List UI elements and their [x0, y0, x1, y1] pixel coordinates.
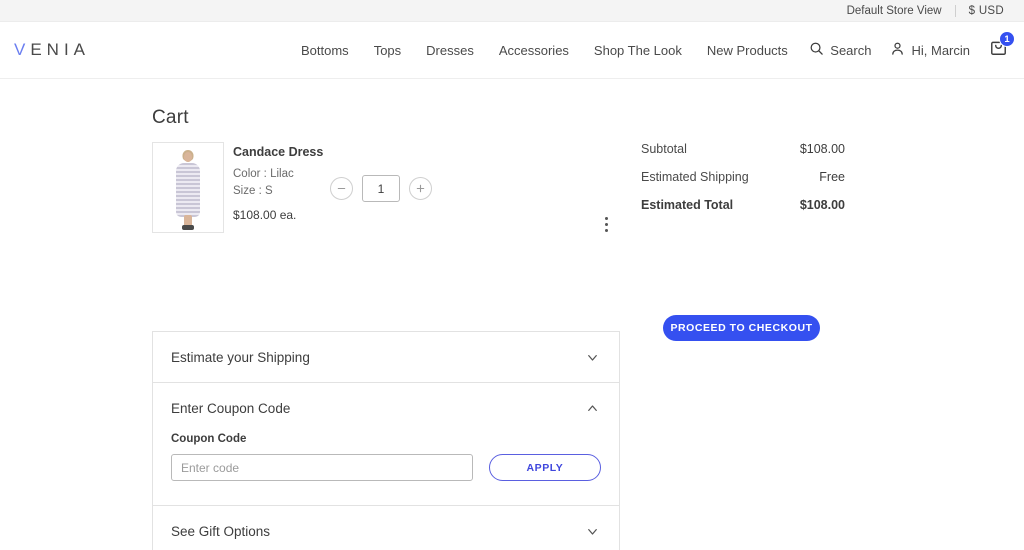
quantity-decrement-button[interactable]	[330, 177, 353, 200]
kebab-dot	[605, 223, 608, 226]
store-view-selector[interactable]: Default Store View	[847, 5, 955, 17]
summary-label-shipping: Estimated Shipping	[641, 170, 749, 184]
accordion-header-shipping[interactable]: Estimate your Shipping	[153, 332, 619, 382]
user-icon	[890, 41, 905, 59]
chevron-down-icon	[585, 350, 600, 365]
summary-label-total: Estimated Total	[641, 198, 734, 212]
coupon-code-input[interactable]	[171, 454, 473, 481]
coupon-form-row: APPLY	[171, 454, 601, 481]
search-button[interactable]: Search	[809, 41, 871, 59]
currency-selector[interactable]: $ USD	[956, 5, 1004, 17]
more-vertical-icon[interactable]	[605, 217, 608, 232]
summary-value-subtotal: $108.00	[799, 142, 845, 156]
kebab-dot	[605, 229, 608, 232]
thumbnail-shoes	[182, 225, 194, 230]
nav-item-shop-the-look[interactable]: Shop The Look	[594, 43, 682, 58]
nav-item-new-products[interactable]: New Products	[707, 43, 788, 58]
nav-item-bottoms[interactable]: Bottoms	[301, 43, 349, 58]
nav-item-dresses[interactable]: Dresses	[426, 43, 474, 58]
store-utility-strip: Default Store View $ USD	[0, 0, 1024, 22]
coupon-code-label: Coupon Code	[171, 433, 247, 445]
accordion-header-gift[interactable]: See Gift Options	[153, 506, 619, 550]
quantity-input[interactable]	[362, 175, 400, 202]
summary-row-total: Estimated Total $108.00	[641, 198, 845, 212]
search-label: Search	[830, 42, 872, 58]
search-icon	[809, 41, 824, 59]
account-button[interactable]: Hi, Marcin	[890, 41, 970, 59]
cart-button[interactable]: 1	[989, 31, 1015, 62]
accordion-section-coupon: Enter Coupon Code Coupon Code APPLY	[153, 382, 619, 505]
accordion-section-gift: See Gift Options	[153, 505, 619, 550]
main-navigation: Bottoms Tops Dresses Accessories Shop Th…	[301, 43, 788, 58]
thumbnail-dress	[176, 163, 200, 217]
accordion-section-shipping: Estimate your Shipping	[153, 332, 619, 382]
nav-item-tops[interactable]: Tops	[374, 43, 401, 58]
summary-value-shipping: Free	[819, 170, 845, 184]
chevron-up-icon	[585, 401, 600, 416]
summary-row-subtotal: Subtotal $108.00	[641, 142, 845, 156]
product-size-option: Size : S	[233, 185, 273, 197]
nav-item-accessories[interactable]: Accessories	[499, 43, 569, 58]
product-name[interactable]: Candace Dress	[233, 145, 323, 159]
product-details: Candace Dress Color : Lilac Size : S $10…	[233, 142, 323, 233]
summary-label-subtotal: Subtotal	[641, 142, 687, 156]
proceed-to-checkout-button[interactable]: PROCEED TO CHECKOUT	[663, 315, 820, 341]
accordion-title-shipping: Estimate your Shipping	[171, 349, 310, 365]
product-unit-price: $108.00 ea.	[233, 208, 297, 222]
accordion-body-coupon: Coupon Code APPLY	[153, 433, 619, 505]
logo-letters-rest: ENIA	[30, 40, 91, 59]
accordion-title-coupon: Enter Coupon Code	[171, 400, 291, 416]
cart-accordion: Estimate your Shipping Enter Coupon Code…	[152, 331, 620, 550]
summary-row-shipping: Estimated Shipping Free	[641, 170, 845, 184]
accordion-header-coupon[interactable]: Enter Coupon Code	[153, 383, 619, 433]
header-actions: Search Hi, Marcin 1	[809, 31, 1015, 62]
quantity-increment-button[interactable]	[409, 177, 432, 200]
thumbnail-head	[184, 152, 192, 162]
venia-logo[interactable]: V ENIA	[14, 40, 90, 60]
accordion-title-gift: See Gift Options	[171, 523, 271, 539]
chevron-down-icon	[585, 524, 600, 539]
product-thumbnail[interactable]	[152, 142, 224, 233]
site-header: V ENIA Bottoms Tops Dresses Accessories …	[0, 22, 1024, 79]
order-summary: Subtotal $108.00 Estimated Shipping Free…	[641, 142, 845, 226]
product-color-option: Color : Lilac	[233, 168, 294, 180]
logo-letter-v: V	[14, 40, 31, 59]
cart-page: Cart Candace Dress Color : Lilac Size : …	[0, 79, 1024, 550]
account-label: Hi, Marcin	[911, 42, 970, 58]
kebab-dot	[605, 217, 608, 220]
cart-count-badge: 1	[999, 31, 1015, 47]
quantity-stepper	[330, 175, 432, 202]
summary-value-total: $108.00	[799, 198, 845, 212]
apply-coupon-button[interactable]: APPLY	[488, 454, 601, 481]
page-title: Cart	[152, 107, 189, 128]
